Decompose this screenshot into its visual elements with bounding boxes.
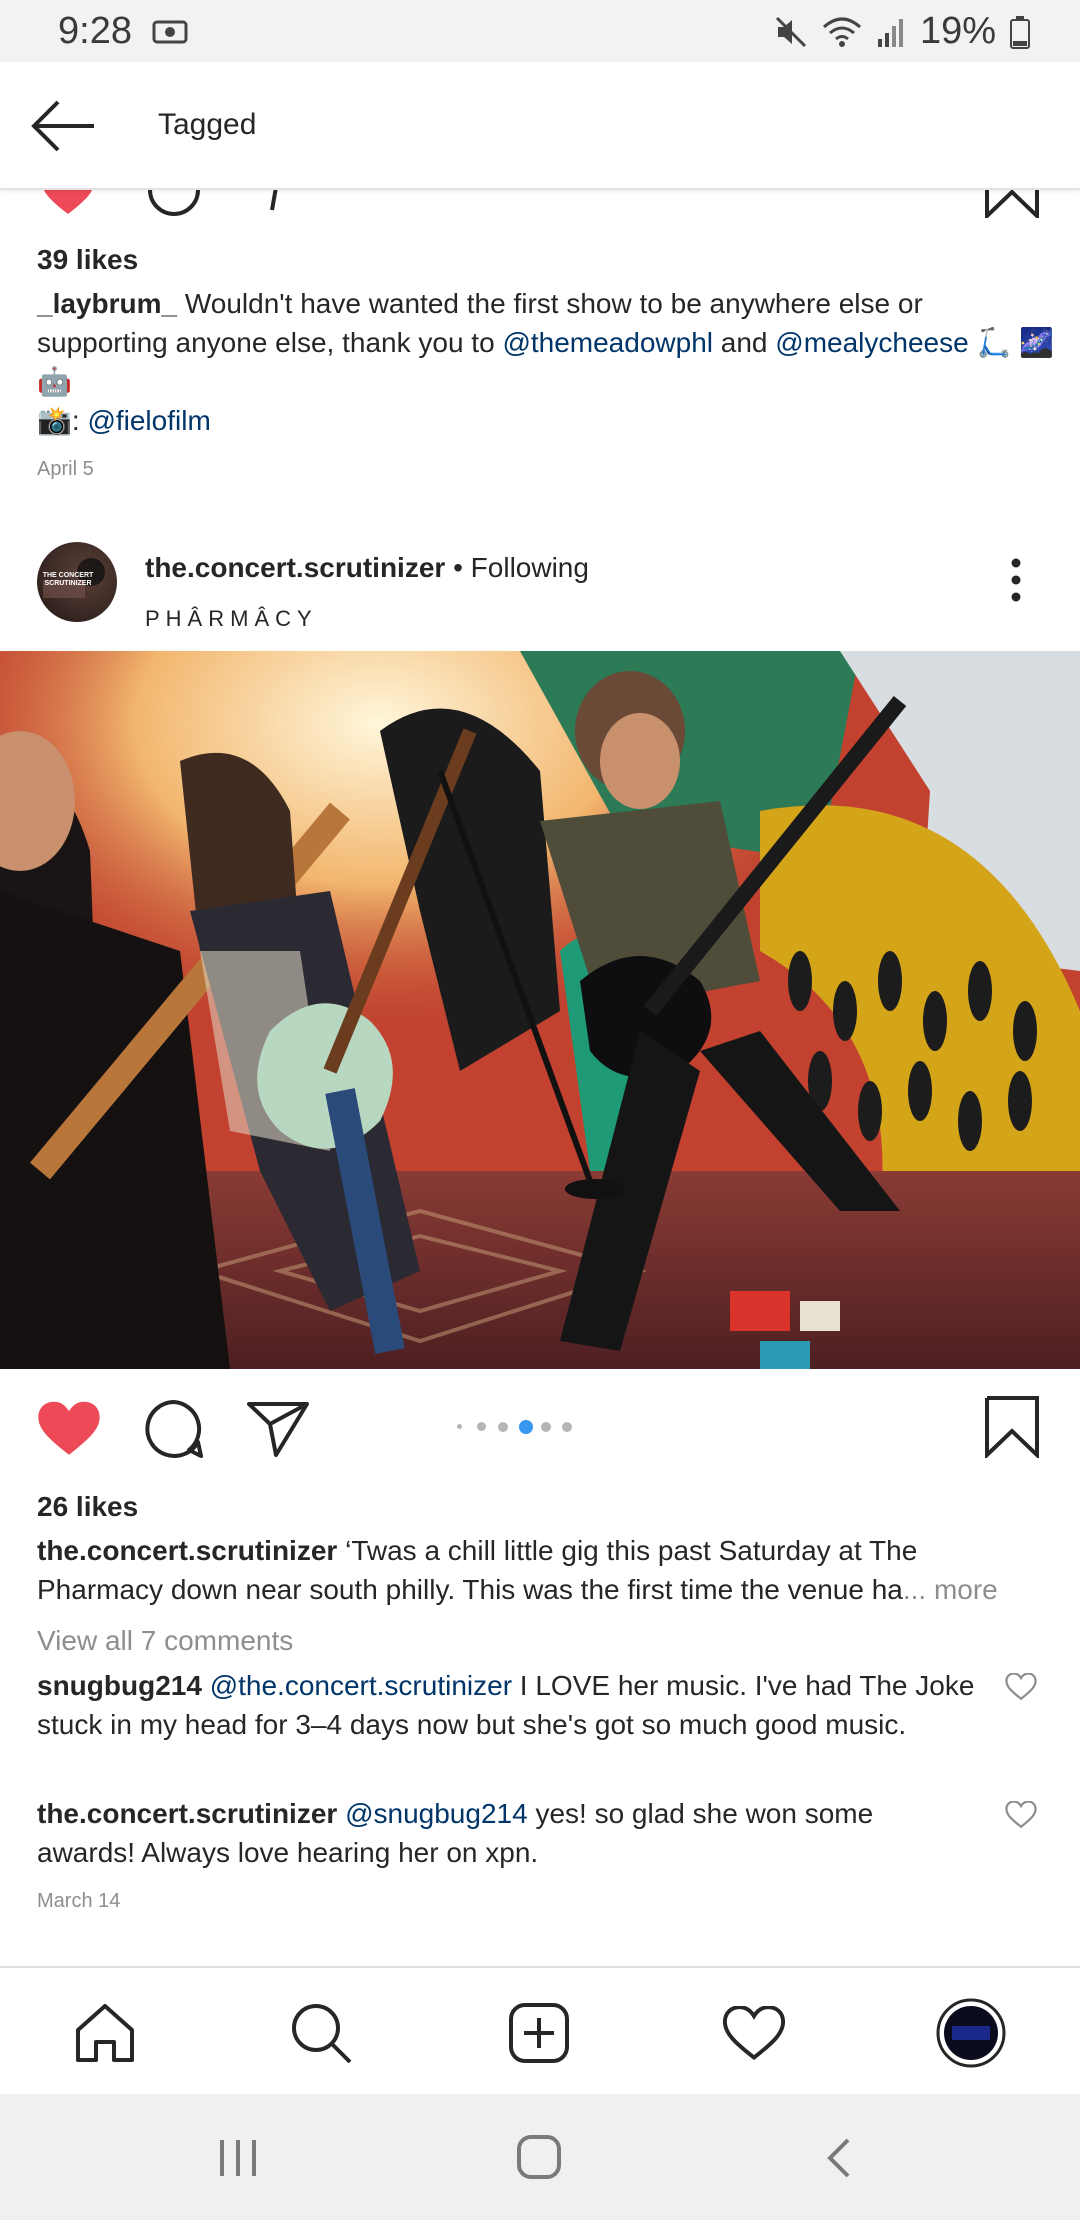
bookmark-icon[interactable] — [984, 1396, 1040, 1458]
share-icon[interactable] — [246, 1400, 310, 1458]
carousel-dot — [477, 1422, 486, 1431]
more-options-icon[interactable] — [1000, 555, 1032, 605]
post1-likes[interactable]: 39 likes — [37, 240, 138, 279]
comment: the.concert.scrutinizer @snugbug214 yes!… — [37, 1794, 977, 1872]
caption-username[interactable]: _laybrum_ — [37, 288, 177, 319]
app-header: Tagged — [0, 62, 1080, 190]
comment-username[interactable]: the.concert.scrutinizer — [37, 1798, 337, 1829]
page-title: Tagged — [158, 108, 257, 141]
post1-action-bar — [0, 190, 1080, 220]
carousel-indicator — [452, 1419, 602, 1435]
share-icon[interactable] — [250, 190, 300, 216]
carousel-dot — [457, 1424, 462, 1429]
arrow-left-icon[interactable] — [28, 98, 98, 154]
home-circle-icon[interactable] — [516, 2134, 562, 2180]
caption-username[interactable]: the.concert.scrutinizer — [37, 1535, 337, 1566]
post2-username[interactable]: the.concert.scrutinizer — [145, 552, 445, 583]
follow-status[interactable]: • Following — [453, 552, 589, 583]
concert-photo-illustration — [0, 651, 1080, 1369]
profile-avatar[interactable] — [936, 1998, 1006, 2068]
system-nav-bar — [0, 2094, 1080, 2220]
add-post-icon[interactable] — [508, 2002, 570, 2064]
comment-icon[interactable] — [143, 1398, 205, 1460]
camera-prefix: 📸: — [37, 405, 80, 436]
post2-header-line: the.concert.scrutinizer • Following — [145, 552, 589, 584]
avatar-text: THE CONCERT SCRUTINIZER — [42, 572, 94, 587]
carousel-dot-active — [519, 1420, 533, 1434]
post2-date: March 14 — [37, 1890, 121, 1912]
comment-like-heart-icon[interactable] — [1005, 1673, 1037, 1701]
comment-like-heart-icon[interactable] — [1005, 1801, 1037, 1829]
wifi-icon — [822, 17, 861, 47]
mention-link[interactable]: @snugbug214 — [345, 1798, 528, 1829]
post1-date: April 5 — [37, 458, 94, 480]
status-time: 9:28 — [58, 10, 132, 52]
battery-percent: 19% — [919, 10, 996, 52]
comment-username[interactable]: snugbug214 — [37, 1670, 202, 1701]
caption-and: and — [720, 327, 768, 358]
mention-link[interactable]: @fielofilm — [87, 405, 210, 436]
screenshot-icon — [152, 20, 188, 44]
view-all-comments[interactable]: View all 7 comments — [37, 1621, 293, 1660]
search-icon[interactable] — [290, 2002, 354, 2066]
back-chevron-icon[interactable] — [824, 2136, 854, 2180]
avatar[interactable]: THE CONCERT SCRUTINIZER — [37, 542, 117, 622]
mention-link[interactable]: @mealycheese — [775, 327, 968, 358]
activity-heart-icon[interactable] — [722, 2006, 786, 2062]
battery-icon — [1010, 15, 1030, 49]
mute-icon — [775, 16, 806, 47]
home-icon[interactable] — [74, 2002, 136, 2064]
recent-apps-icon[interactable] — [216, 2138, 260, 2178]
carousel-dot — [541, 1422, 551, 1432]
mention-link[interactable]: @the.concert.scrutinizer — [210, 1670, 512, 1701]
post1-caption: _laybrum_ Wouldn't have wanted the first… — [37, 284, 1057, 440]
like-heart-icon[interactable] — [36, 1400, 102, 1460]
comment-icon[interactable] — [144, 190, 204, 218]
status-right: 19% — [774, 10, 1030, 53]
post2-likes[interactable]: 26 likes — [37, 1487, 138, 1526]
carousel-dot — [498, 1422, 508, 1432]
post2-location[interactable]: PHÂRMÂCY — [145, 606, 318, 632]
like-heart-icon[interactable] — [40, 190, 96, 218]
comment: snugbug214 @the.concert.scrutinizer I LO… — [37, 1666, 977, 1744]
bottom-nav — [0, 1966, 1080, 2094]
signal-icon — [877, 18, 903, 47]
more-link[interactable]: ... more — [903, 1574, 998, 1605]
post2-caption: the.concert.scrutinizer ‘Twas a chill li… — [37, 1531, 1047, 1609]
mention-link[interactable]: @themeadowphl — [502, 327, 713, 358]
status-bar: 9:28 19% — [0, 0, 1080, 62]
post-photo[interactable] — [0, 651, 1080, 1369]
bookmark-icon[interactable] — [984, 190, 1040, 218]
carousel-dot — [562, 1422, 572, 1432]
